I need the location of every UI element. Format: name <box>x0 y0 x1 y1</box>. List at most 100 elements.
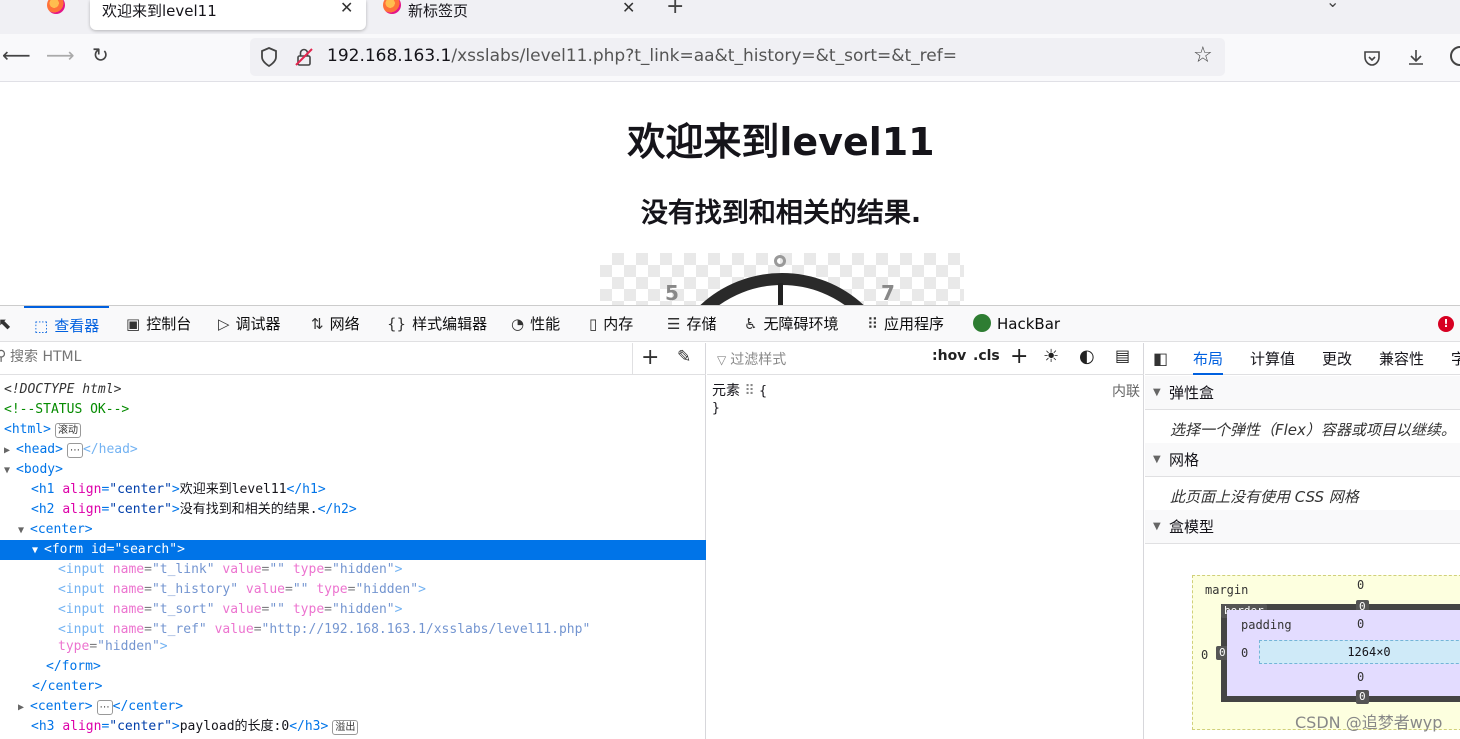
markup-line[interactable]: </form> <box>0 657 706 677</box>
markup-line[interactable]: ▼ <center> <box>0 520 706 540</box>
node-text: 没有找到和相关的结果. <box>179 502 318 517</box>
storage-icon: ☰ <box>667 315 681 333</box>
element-picker-icon[interactable]: ⬉ <box>0 314 11 333</box>
padding-top-value[interactable]: 0 <box>1357 617 1364 631</box>
margin-top-value[interactable]: 0 <box>1357 578 1364 592</box>
markup-line[interactable]: ▶ <center> ⋯ </center> <box>0 697 706 717</box>
markup-line[interactable]: ▼ <body> <box>0 460 706 480</box>
dark-theme-icon[interactable]: ◐ <box>1079 346 1095 367</box>
collapse-icon[interactable]: ▼ <box>18 521 30 541</box>
tab-console[interactable]: ▣ 控制台 <box>126 306 191 342</box>
collapse-icon[interactable]: ▼ <box>4 461 16 481</box>
overflow-badge[interactable]: 溢出 <box>332 720 359 735</box>
chevron-down-icon[interactable]: ⌄ <box>1326 0 1339 11</box>
node-text: payload的长度:0 <box>179 719 290 734</box>
url-text[interactable]: 192.168.163.1/xsslabs/level11.php?t_link… <box>327 46 957 66</box>
collapsed-badge[interactable]: ⋯ <box>96 700 113 715</box>
filter-styles-input[interactable]: ▽ 过滤样式 <box>717 349 786 369</box>
tab-network[interactable]: ⇅ 网络 <box>311 306 360 342</box>
download-icon[interactable] <box>1406 47 1426 67</box>
padding-left-value[interactable]: 0 <box>1241 646 1248 660</box>
markup-line[interactable]: type="hidden"> <box>0 637 706 657</box>
tab-compatibility[interactable]: 兼容性 <box>1379 343 1424 375</box>
padding-bottom-value[interactable]: 0 <box>1357 670 1364 684</box>
markup-line[interactable]: <input name="t_sort" value="" type="hidd… <box>0 600 706 620</box>
print-media-icon[interactable]: ▤ <box>1115 346 1130 365</box>
close-icon[interactable]: ✕ <box>622 0 635 17</box>
collapsed-badge[interactable]: ⋯ <box>66 443 83 458</box>
shield-icon[interactable] <box>260 47 278 67</box>
tab-inspector[interactable]: ⬚ 查看器 <box>24 306 110 342</box>
tab-application[interactable]: ⠿ 应用程序 <box>867 306 944 342</box>
tab-title: 欢迎来到level11 <box>102 2 217 20</box>
url-bar[interactable]: 192.168.163.1/xsslabs/level11.php?t_link… <box>250 38 1225 76</box>
hover-state-button[interactable]: :hov <box>932 348 966 364</box>
console-icon: ▣ <box>126 315 141 333</box>
tab-accessibility[interactable]: ♿ 无障碍环境 <box>744 306 838 342</box>
add-node-icon[interactable]: + <box>641 345 659 370</box>
tab-performance[interactable]: ◔ 性能 <box>511 306 560 342</box>
expand-icon[interactable]: ▶ <box>4 441 16 461</box>
firefox-icon[interactable] <box>47 0 65 14</box>
grid-section-header[interactable]: 网格 <box>1145 443 1460 477</box>
boxmodel-section-header[interactable]: 盒模型 <box>1145 510 1460 544</box>
input-type: hidden <box>363 582 411 597</box>
markup-line[interactable]: </center> <box>0 677 706 697</box>
clock-number: 7 <box>881 281 895 305</box>
markup-line[interactable]: <!--STATUS OK--> <box>0 400 706 420</box>
margin-label: margin <box>1205 583 1249 597</box>
close-icon[interactable]: ✕ <box>340 0 353 17</box>
margin-left-value[interactable]: 0 <box>1201 648 1208 662</box>
tab-style-editor[interactable]: {} 样式编辑器 <box>387 306 487 342</box>
tab-layout[interactable]: 布局 <box>1193 343 1224 375</box>
add-rule-icon[interactable]: + <box>1010 344 1028 369</box>
border-bottom-value[interactable]: 0 <box>1356 690 1369 704</box>
pocket-icon[interactable] <box>1362 48 1382 68</box>
class-toggle-button[interactable]: .cls <box>973 348 1000 364</box>
forward-icon[interactable]: ⟶ <box>46 43 75 67</box>
form-id: search <box>122 542 170 557</box>
tab-fonts[interactable]: 字 <box>1451 343 1460 375</box>
eyedropper-icon[interactable]: ✎ <box>677 347 691 367</box>
rule-selector: 元素 <box>712 383 740 399</box>
minimize-icon[interactable]: — <box>1432 0 1454 11</box>
flexbox-section-header[interactable]: 弹性盒 <box>1145 376 1460 410</box>
html-search-input[interactable] <box>10 349 610 365</box>
tab-memory[interactable]: ▯ 内存 <box>589 306 633 342</box>
tab-level11[interactable]: 欢迎来到level11 ✕ <box>90 0 366 30</box>
content-box[interactable]: 1264×0 <box>1259 640 1460 664</box>
light-theme-icon[interactable]: ☀ <box>1043 346 1059 367</box>
tab-hackbar[interactable]: HackBar <box>973 306 1060 342</box>
markup-line[interactable]: <input name="t_link" value="" type="hidd… <box>0 560 706 580</box>
error-icon[interactable]: ! <box>1438 316 1454 332</box>
toggle-sidebar-icon[interactable]: ◧ <box>1153 349 1168 368</box>
markup-line[interactable]: <!DOCTYPE html> <box>0 380 706 400</box>
tab-new-tab[interactable]: 新标签页 ✕ <box>380 0 640 30</box>
bookmark-star-icon[interactable]: ☆ <box>1193 43 1213 68</box>
markup-line[interactable]: ▶ <head> ⋯ </head> <box>0 440 706 460</box>
page-heading: 欢迎来到level11 <box>627 120 935 164</box>
new-tab-icon[interactable]: + <box>666 0 684 19</box>
markup-line[interactable]: <h2 align="center">没有找到和相关的结果.</h2> <box>0 500 706 520</box>
scroll-badge[interactable]: 滚动 <box>54 423 81 438</box>
markup-line[interactable]: <input name="t_history" value="" type="h… <box>0 580 706 600</box>
back-icon[interactable]: ⟵ <box>2 43 31 67</box>
collapse-icon[interactable]: ▼ <box>32 541 44 561</box>
tab-changes[interactable]: 更改 <box>1322 343 1352 375</box>
tab-debugger[interactable]: ▷ 调试器 <box>218 306 281 342</box>
insecure-lock-icon[interactable] <box>294 47 314 67</box>
markup-line[interactable]: <h1 align="center">欢迎来到level11</h1> <box>0 480 706 500</box>
tab-storage[interactable]: ☰ 存储 <box>667 306 716 342</box>
markup-line[interactable]: <h3 align="center">payload的长度:0</h3> 溢出 <box>0 717 706 737</box>
tab-computed[interactable]: 计算值 <box>1250 343 1295 375</box>
search-icon: ⚲ <box>0 348 7 364</box>
account-icon[interactable] <box>1450 46 1460 66</box>
memory-icon: ▯ <box>589 315 598 333</box>
element-rule[interactable]: 元素 ⠿ { <box>712 380 767 400</box>
markup-line-selected[interactable]: ▼ <form id="search"> <box>0 540 706 560</box>
markup-line[interactable]: <html> 滚动 <box>0 420 706 440</box>
expand-icon[interactable]: ▶ <box>18 698 30 718</box>
layout-pane: ◧ 布局 计算值 更改 兼容性 字 弹性盒 选择一个弹性（Flex）容器或项目以… <box>1145 343 1460 739</box>
tab-title: 新标签页 <box>408 2 469 20</box>
reload-icon[interactable]: ↻ <box>92 43 109 67</box>
